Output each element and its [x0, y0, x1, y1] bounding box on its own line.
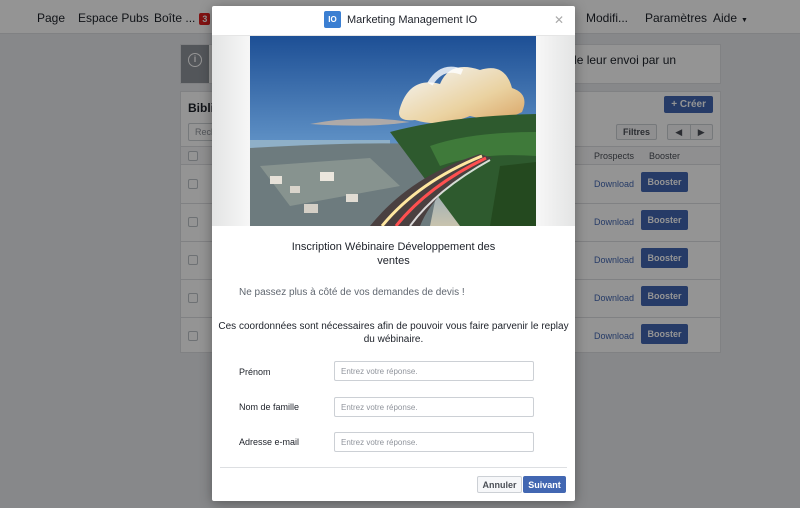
cancel-button[interactable]: Annuler	[477, 476, 522, 493]
highway-landscape-image	[250, 36, 536, 226]
modal-title: Marketing Management IO	[347, 14, 478, 26]
lead-form-modal: IO Marketing Management IO ✕ Inscription…	[212, 6, 575, 501]
first-name-input[interactable]	[334, 361, 534, 381]
banner-image-area	[212, 36, 575, 226]
form-title: Inscription Wébinaire Développement des …	[291, 241, 496, 267]
email-label: Adresse e-mail	[239, 437, 300, 447]
form-description: Ces coordonnées sont nécessaires afin de…	[218, 321, 569, 345]
footer-divider	[220, 467, 567, 468]
last-name-label: Nom de famille	[239, 402, 300, 412]
last-name-input[interactable]	[334, 397, 534, 417]
close-icon[interactable]: ✕	[554, 13, 564, 27]
form-subtitle: Ne passez plus à côté de vos demandes de…	[239, 287, 465, 298]
modal-header: IO Marketing Management IO ✕	[212, 6, 575, 36]
email-input[interactable]	[334, 432, 534, 452]
first-name-label: Prénom	[239, 367, 271, 377]
brand-logo: IO	[324, 11, 341, 28]
next-button[interactable]: Suivant	[523, 476, 566, 493]
